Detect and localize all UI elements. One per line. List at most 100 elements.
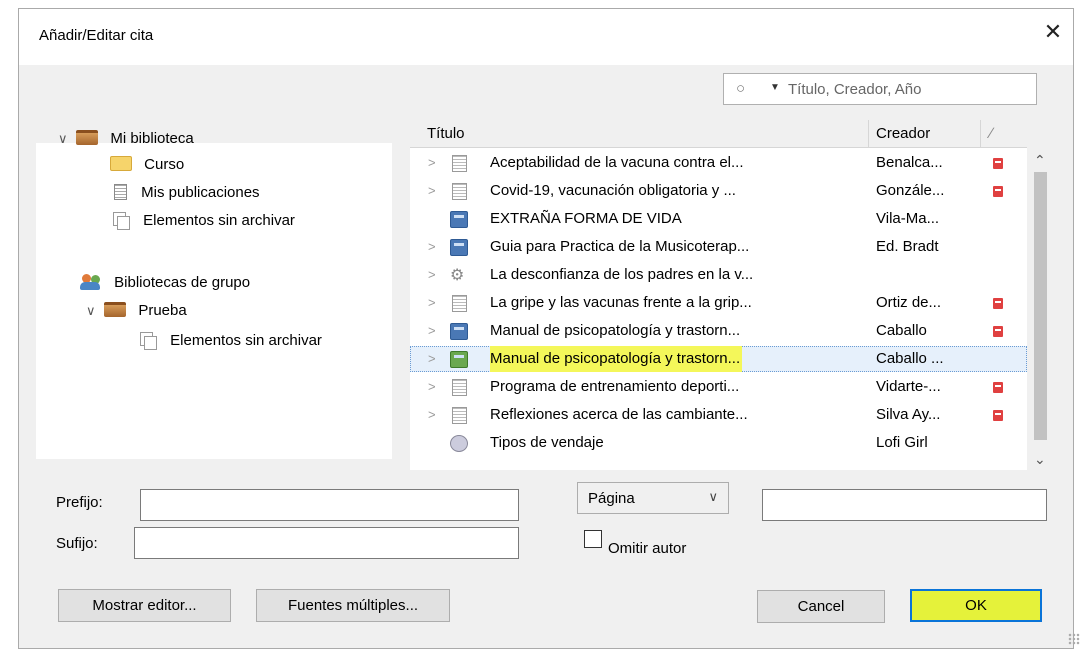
pdf-icon[interactable]: [993, 186, 1003, 197]
tree-item-label: Mi biblioteca: [110, 130, 194, 147]
column-divider[interactable]: [868, 120, 869, 148]
prefix-field[interactable]: [140, 489, 519, 521]
ok-button[interactable]: OK: [910, 589, 1042, 622]
table-row[interactable]: Tipos de vendaje Lofi Girl: [410, 430, 1027, 456]
item-creator: Gonzále...: [876, 182, 945, 199]
item-creator: Ortiz de...: [876, 294, 942, 311]
search-input[interactable]: ○ ▼ Título, Creador, Año: [723, 73, 1037, 105]
vertical-scrollbar[interactable]: ⌃ ⌄: [1027, 148, 1054, 470]
resize-grip[interactable]: [1068, 633, 1080, 645]
chevron-right-icon[interactable]: >: [428, 318, 436, 344]
tree-item-label: Elementos sin archivar: [170, 332, 322, 349]
table-row[interactable]: > Aceptabilidad de la vacuna contra el...…: [410, 150, 1027, 176]
prefix-label: Prefijo:: [56, 494, 103, 511]
show-editor-button[interactable]: Mostrar editor...: [58, 589, 231, 622]
search-placeholder: Título, Creador, Año: [788, 81, 922, 98]
tree-item-mis-publicaciones[interactable]: Mis publicaciones: [114, 180, 260, 206]
column-header-creator[interactable]: Creador: [876, 125, 930, 142]
table-row[interactable]: > Manual de psicopatología y trastorn... C…: [410, 318, 1027, 344]
chevron-right-icon[interactable]: >: [428, 178, 436, 204]
table-row[interactable]: > Manual de psicopatología y trastorn... C…: [410, 346, 1027, 372]
document-icon: [452, 379, 467, 396]
scroll-down-icon[interactable]: ⌄: [1034, 451, 1046, 468]
item-title: Aceptabilidad de la vacuna contra el...: [490, 154, 744, 171]
book-icon: [450, 239, 468, 256]
chevron-right-icon[interactable]: >: [428, 234, 436, 260]
multiple-sources-button[interactable]: Fuentes múltiples...: [256, 589, 450, 622]
pdf-icon[interactable]: [993, 382, 1003, 393]
chevron-down-icon[interactable]: ∨: [58, 126, 72, 152]
item-creator: Vila-Ma...: [876, 210, 940, 227]
table-row[interactable]: > ⚙ La desconfianza de los padres en la v.…: [410, 262, 1027, 288]
tree-header-group-libraries: Bibliotecas de grupo: [80, 270, 250, 296]
locator-field[interactable]: [762, 489, 1047, 521]
item-title: Covid-19, vacunación obligatoria y ...: [490, 182, 736, 199]
item-creator: Benalca...: [876, 154, 943, 171]
unfiled-icon: [113, 212, 130, 230]
tree-item-unfiled[interactable]: Elementos sin archivar: [113, 208, 295, 234]
table-row[interactable]: EXTRAÑA FORMA DE VIDA Vila-Ma...: [410, 206, 1027, 232]
column-divider[interactable]: [980, 120, 981, 148]
tree-item-my-library[interactable]: ∨ Mi biblioteca: [58, 126, 194, 152]
tree-item-prueba-unfiled[interactable]: Elementos sin archivar: [140, 328, 322, 354]
document-icon: [114, 184, 127, 200]
scroll-up-icon[interactable]: ⌃: [1034, 152, 1046, 169]
title-bar: Añadir/Editar cita ✕: [19, 9, 1073, 65]
omit-author-checkbox[interactable]: [584, 530, 602, 548]
unfiled-icon: [140, 332, 157, 350]
pdf-icon[interactable]: [993, 410, 1003, 421]
locator-selected: Página: [588, 490, 635, 507]
search-icon: ○: [736, 80, 746, 97]
close-icon[interactable]: ✕: [1039, 19, 1067, 47]
locator-select[interactable]: Página ∨: [577, 482, 729, 514]
chevron-right-icon[interactable]: >: [428, 262, 436, 288]
items-table: Título Creador ∕ > Aceptabilidad de la va…: [410, 120, 1054, 470]
table-body: > Aceptabilidad de la vacuna contra el...…: [410, 148, 1027, 470]
pdf-icon[interactable]: [993, 158, 1003, 169]
tree-item-label: Prueba: [138, 302, 187, 319]
tree-item-label: Mis publicaciones: [141, 184, 260, 201]
chevron-down-icon[interactable]: ∨: [86, 298, 100, 324]
chevron-right-icon[interactable]: >: [428, 290, 436, 316]
document-icon: [452, 183, 467, 200]
document-icon: [452, 155, 467, 172]
tree-item-label: Elementos sin archivar: [143, 212, 295, 229]
tree-item-prueba[interactable]: ∨ Prueba: [86, 298, 187, 324]
pdf-icon[interactable]: [993, 326, 1003, 337]
chevron-right-icon[interactable]: >: [428, 346, 436, 372]
item-creator: Ed. Bradt: [876, 238, 939, 255]
folder-icon: [110, 156, 132, 171]
item-title: Manual de psicopatología y trastorn...: [490, 346, 743, 372]
item-title: Reflexiones acerca de las cambiante...: [490, 406, 748, 423]
chevron-right-icon[interactable]: >: [428, 374, 436, 400]
pdf-icon[interactable]: [993, 298, 1003, 309]
video-icon: [450, 435, 468, 452]
omit-author-label: Omitir autor: [608, 540, 687, 557]
item-creator: Caballo: [876, 322, 927, 339]
item-creator: Caballo ...: [876, 350, 944, 367]
item-title: Programa de entrenamiento deporti...: [490, 378, 740, 395]
column-header-title[interactable]: Título: [427, 125, 465, 142]
library-icon: [76, 130, 99, 145]
search-mode-dropdown-icon[interactable]: ▼: [770, 82, 780, 93]
tree-item-curso[interactable]: Curso: [110, 152, 184, 178]
chevron-right-icon[interactable]: >: [428, 150, 436, 176]
document-icon: [452, 295, 467, 312]
cancel-button[interactable]: Cancel: [757, 590, 885, 623]
table-row[interactable]: > Guia para Practica de la Musicoterap...…: [410, 234, 1027, 260]
link-icon: ⚙: [450, 267, 465, 284]
item-title: Guia para Practica de la Musicoterap...: [490, 238, 750, 255]
suffix-field[interactable]: [134, 527, 519, 559]
attachment-column-icon[interactable]: ∕: [990, 125, 993, 142]
item-creator: Vidarte-...: [876, 378, 941, 395]
item-title: EXTRAÑA FORMA DE VIDA: [490, 210, 682, 227]
table-row[interactable]: > La gripe y las vacunas frente a la grip…: [410, 290, 1027, 316]
chevron-right-icon[interactable]: >: [428, 402, 436, 428]
table-row[interactable]: > Reflexiones acerca de las cambiante... S…: [410, 402, 1027, 428]
item-title: Tipos de vendaje: [490, 434, 604, 451]
scrollbar-thumb[interactable]: [1034, 172, 1047, 440]
book-icon: [450, 323, 468, 340]
table-row[interactable]: > Covid-19, vacunación obligatoria y ... G…: [410, 178, 1027, 204]
table-row[interactable]: > Programa de entrenamiento deporti... Vid…: [410, 374, 1027, 400]
table-header: Título Creador ∕: [410, 120, 1027, 148]
